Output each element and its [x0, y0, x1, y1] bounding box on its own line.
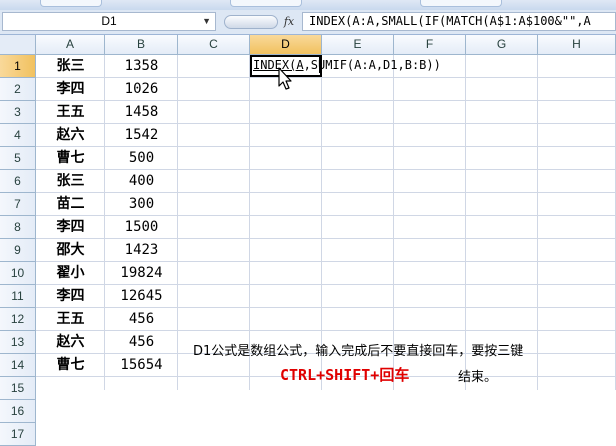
- cell-name[interactable]: 曹七: [36, 354, 105, 377]
- key-combination-text: CTRL+SHIFT+回车: [280, 366, 410, 384]
- insert-function-icon[interactable]: fx: [278, 12, 300, 31]
- row-header[interactable]: 13: [0, 331, 36, 354]
- cell-name[interactable]: 王五: [36, 308, 105, 331]
- cell-name[interactable]: 翟小: [36, 262, 105, 285]
- mouse-pointer-icon: [278, 67, 292, 90]
- row-header[interactable]: 12: [0, 308, 36, 331]
- cell-name[interactable]: [36, 423, 105, 446]
- text-caret: [319, 57, 320, 73]
- cell-value[interactable]: 1500: [105, 216, 178, 239]
- cell-name[interactable]: 邵大: [36, 239, 105, 262]
- cell-name[interactable]: [36, 377, 105, 400]
- row-header[interactable]: 14: [0, 354, 36, 377]
- row-header[interactable]: 5: [0, 147, 36, 170]
- cell-value[interactable]: 456: [105, 308, 178, 331]
- cell-name[interactable]: 李四: [36, 216, 105, 239]
- cell-value[interactable]: [105, 423, 178, 446]
- column-headers: ABCDEFGH: [0, 35, 616, 55]
- cell-name[interactable]: 苗二: [36, 193, 105, 216]
- row-header[interactable]: 8: [0, 216, 36, 239]
- column-header-b[interactable]: B: [105, 35, 178, 55]
- ribbon-group-tab[interactable]: [230, 0, 302, 7]
- cell-value[interactable]: 400: [105, 170, 178, 193]
- cell-value[interactable]: 500: [105, 147, 178, 170]
- column-header-a[interactable]: A: [36, 35, 105, 55]
- instruction-end-text: 结束。: [458, 370, 498, 385]
- cell-value[interactable]: 1542: [105, 124, 178, 147]
- instruction-text: D1公式是数组公式，输入完成后不要直接回车，要按三键: [193, 344, 524, 359]
- formula-input[interactable]: INDEX(A:A,SMALL(IF(MATCH(A$1:A$100&"",A: [302, 12, 616, 31]
- row-header[interactable]: 1: [0, 55, 36, 78]
- cell-value[interactable]: 1358: [105, 55, 178, 78]
- cell-name[interactable]: 赵六: [36, 124, 105, 147]
- row-header[interactable]: 16: [0, 400, 36, 423]
- grid-line: [537, 55, 538, 390]
- cell-name[interactable]: 李四: [36, 285, 105, 308]
- cell-value[interactable]: 12645: [105, 285, 178, 308]
- cell-name[interactable]: 张三: [36, 55, 105, 78]
- ribbon-group-tab[interactable]: [40, 0, 102, 7]
- column-header-d[interactable]: D: [250, 35, 322, 55]
- name-box[interactable]: D1 ▼: [2, 12, 216, 31]
- row-header[interactable]: 3: [0, 101, 36, 124]
- chevron-down-icon[interactable]: ▼: [202, 13, 211, 30]
- cell-name[interactable]: [36, 400, 105, 423]
- cell-value[interactable]: 19824: [105, 262, 178, 285]
- edit-text-part2: ,SUMIF(A:A,D1,B:B)): [303, 58, 441, 72]
- column-header-h[interactable]: H: [538, 35, 616, 55]
- row-header[interactable]: 9: [0, 239, 36, 262]
- row-header[interactable]: 11: [0, 285, 36, 308]
- cell-name[interactable]: 曹七: [36, 147, 105, 170]
- cell-name[interactable]: 张三: [36, 170, 105, 193]
- formula-bar-handle[interactable]: [224, 15, 278, 29]
- ribbon-group-tab[interactable]: [420, 0, 502, 7]
- column-header-f[interactable]: F: [394, 35, 466, 55]
- cell-value[interactable]: 456: [105, 331, 178, 354]
- row-header[interactable]: 4: [0, 124, 36, 147]
- cell-value[interactable]: 15654: [105, 354, 178, 377]
- cell-value[interactable]: 1458: [105, 101, 178, 124]
- row-header[interactable]: 2: [0, 78, 36, 101]
- row-header[interactable]: 17: [0, 423, 36, 446]
- row-header[interactable]: 7: [0, 193, 36, 216]
- cell-value[interactable]: [105, 377, 178, 400]
- formula-bar: D1 ▼ fx INDEX(A:A,SMALL(IF(MATCH(A$1:A$1…: [0, 10, 616, 35]
- cell-value[interactable]: 1026: [105, 78, 178, 101]
- row-header[interactable]: 15: [0, 377, 36, 400]
- row-header[interactable]: 10: [0, 262, 36, 285]
- formula-buttons: fx: [218, 12, 300, 31]
- column-header-e[interactable]: E: [322, 35, 394, 55]
- cell-name[interactable]: 李四: [36, 78, 105, 101]
- cell-value[interactable]: [105, 400, 178, 423]
- name-box-value: D1: [101, 14, 117, 28]
- column-header-c[interactable]: C: [178, 35, 250, 55]
- cell-name[interactable]: 王五: [36, 101, 105, 124]
- cell-name[interactable]: 赵六: [36, 331, 105, 354]
- row-header[interactable]: 6: [0, 170, 36, 193]
- cell-value[interactable]: 300: [105, 193, 178, 216]
- cell-value[interactable]: 1423: [105, 239, 178, 262]
- column-header-g[interactable]: G: [466, 35, 538, 55]
